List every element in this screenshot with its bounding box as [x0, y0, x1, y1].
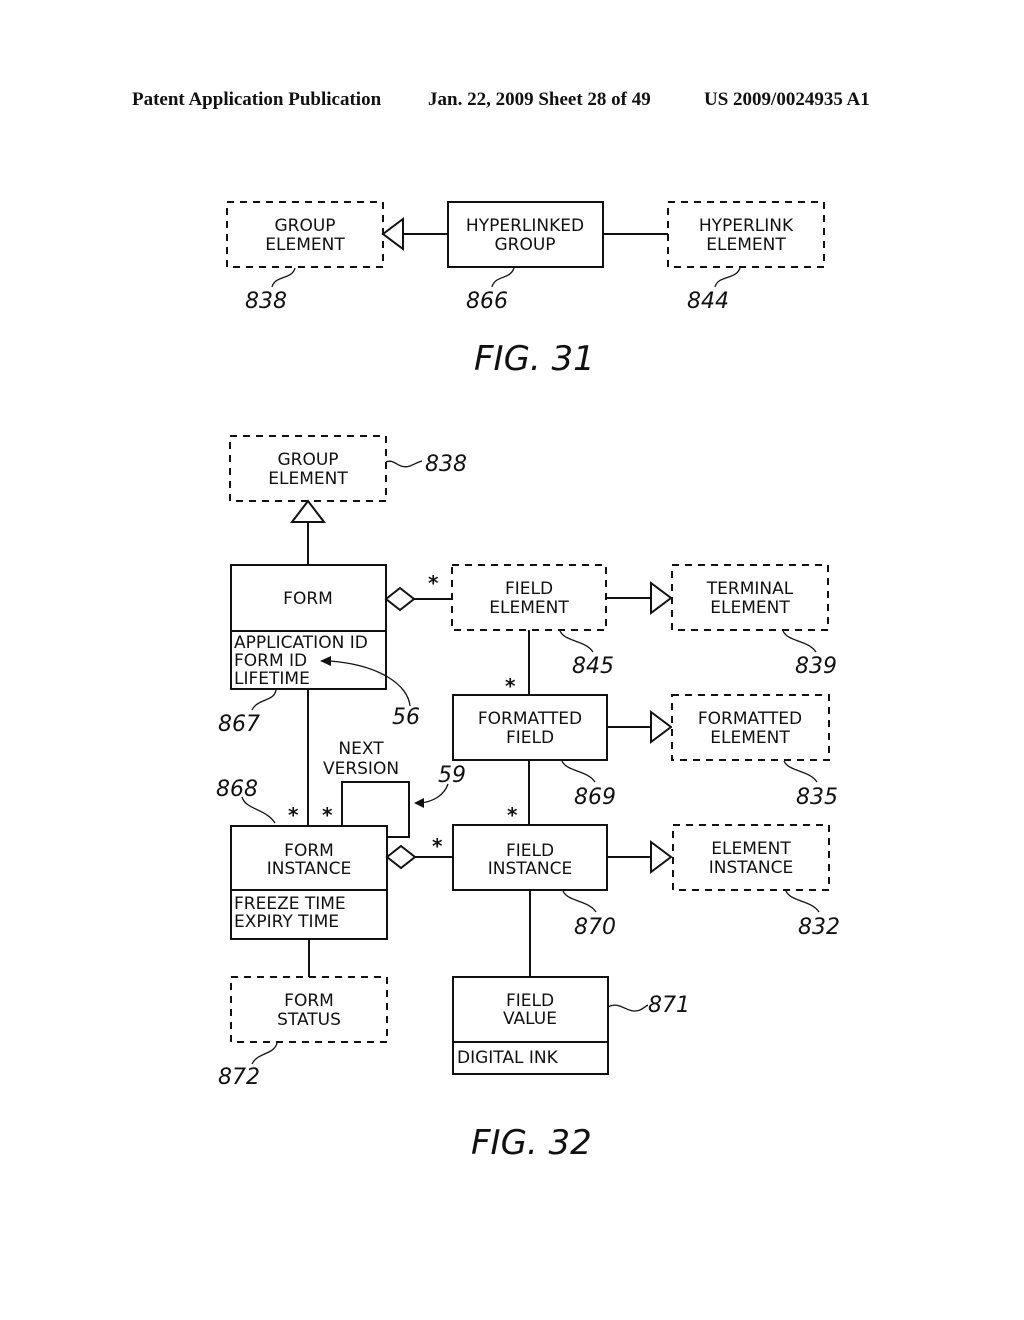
fig31-hyperlink-element-line2: ELEMENT — [706, 235, 786, 255]
fig31-group-element-line2: ELEMENT — [265, 235, 345, 255]
fig31-hyperlinked-group-line1: HYPERLINKED — [466, 216, 584, 236]
form-attr-application-id: APPLICATION ID — [234, 633, 368, 653]
form-status-line2: STATUS — [277, 1010, 341, 1030]
leader-866 — [491, 267, 515, 288]
ref-838a: 838 — [245, 289, 287, 314]
leader-845 — [559, 630, 594, 653]
ref-839: 839 — [795, 654, 837, 679]
field-instance-line1: FIELD — [506, 841, 554, 861]
ref-870: 870 — [574, 915, 616, 940]
ref-832: 832 — [798, 915, 840, 940]
multiplicity-star: * — [432, 834, 443, 858]
field-instance-line2: INSTANCE — [488, 859, 573, 879]
aggregation-diamond-icon — [384, 586, 416, 612]
field-value-attr-digital-ink: DIGITAL INK — [457, 1048, 559, 1068]
ref-872: 872 — [218, 1065, 260, 1090]
fig31-hyperlinked-group-line2: GROUP — [494, 235, 555, 255]
field-element-line2: ELEMENT — [489, 598, 569, 618]
leader-870 — [562, 890, 597, 913]
next-version-line1: NEXT — [338, 739, 384, 759]
leader-839 — [782, 630, 817, 653]
ref-871: 871 — [648, 993, 690, 1018]
inheritance-arrow-icon — [289, 499, 327, 523]
aggregation-diamond-icon — [385, 844, 417, 870]
formatted-field-line1: FORMATTED — [478, 709, 582, 729]
ref-845: 845 — [572, 654, 614, 679]
terminal-element-line1: TERMINAL — [706, 579, 794, 599]
ref-838b: 838 — [425, 452, 467, 477]
inheritance-arrow-icon — [650, 710, 673, 744]
leader-872 — [251, 1042, 278, 1065]
ref-866: 866 — [466, 289, 508, 314]
ref-835: 835 — [796, 785, 838, 810]
leader-838b — [385, 460, 423, 468]
arrowhead-icon — [414, 798, 424, 808]
leader-871 — [607, 1004, 649, 1012]
form-instance-attr-freeze-time: FREEZE TIME — [234, 894, 346, 914]
fig31-hyperlink-element: HYPERLINK ELEMENT 844 — [667, 201, 825, 314]
ref-59: 59 — [438, 763, 466, 788]
form-instance-line1: FORM — [284, 841, 334, 861]
formatted-element-line1: FORMATTED — [698, 709, 802, 729]
fig32-group-element-line2: ELEMENT — [268, 469, 348, 489]
field-value-line1: FIELD — [506, 991, 554, 1011]
multiplicity-star: * — [288, 803, 299, 827]
leader-835 — [783, 760, 818, 783]
ref-56: 56 — [392, 705, 420, 730]
fig32-caption: FIG. 32 — [471, 1123, 592, 1163]
form-title: FORM — [283, 589, 333, 609]
fig31-hyperlinked-group: HYPERLINKED GROUP 866 — [447, 201, 604, 314]
fig32: GROUP ELEMENT 838 FORM APPLICATION ID FO… — [216, 435, 840, 1163]
inheritance-arrow-icon — [650, 840, 673, 874]
fig31-group-element-line1: GROUP — [274, 216, 335, 236]
fig31-hyperlink-element-line1: HYPERLINK — [699, 216, 794, 236]
leader-844 — [714, 267, 741, 288]
inheritance-arrow-icon — [650, 581, 673, 615]
element-instance-line1: ELEMENT — [711, 839, 791, 859]
fig31-group-element: GROUP ELEMENT 838 — [226, 201, 384, 314]
form-instance-line2: INSTANCE — [267, 859, 352, 879]
multiplicity-star: * — [428, 571, 439, 595]
leader-838a — [271, 267, 296, 288]
ref-869: 869 — [574, 785, 616, 810]
leader-832 — [785, 890, 820, 913]
form-attr-lifetime: LIFETIME — [234, 669, 310, 689]
field-element-line1: FIELD — [505, 579, 553, 599]
fig31: GROUP ELEMENT 838 HYPERLINKED GROUP 866 … — [226, 201, 825, 379]
element-instance-line2: INSTANCE — [709, 858, 794, 878]
multiplicity-star: * — [322, 803, 333, 827]
form-status-line1: FORM — [284, 991, 334, 1011]
ref-867: 867 — [218, 712, 260, 737]
field-value-line2: VALUE — [503, 1009, 557, 1029]
diagram-canvas: GROUP ELEMENT 838 HYPERLINKED GROUP 866 … — [216, 201, 840, 1163]
inheritance-arrow-icon — [381, 217, 404, 251]
form-instance-attr-expiry-time: EXPIRY TIME — [234, 912, 339, 932]
ref-844: 844 — [687, 289, 729, 314]
form-attr-form-id: FORM ID — [234, 651, 307, 671]
fig32-group-element-line1: GROUP — [277, 450, 338, 470]
leader-869 — [561, 760, 596, 783]
formatted-field-line2: FIELD — [506, 728, 554, 748]
ref-868: 868 — [216, 777, 258, 802]
leader-867 — [251, 689, 277, 711]
fig31-caption: FIG. 31 — [474, 339, 595, 379]
next-version-line2: VERSION — [323, 759, 399, 779]
multiplicity-star: * — [507, 803, 518, 827]
terminal-element-line2: ELEMENT — [710, 598, 790, 618]
formatted-element-line2: ELEMENT — [710, 728, 790, 748]
